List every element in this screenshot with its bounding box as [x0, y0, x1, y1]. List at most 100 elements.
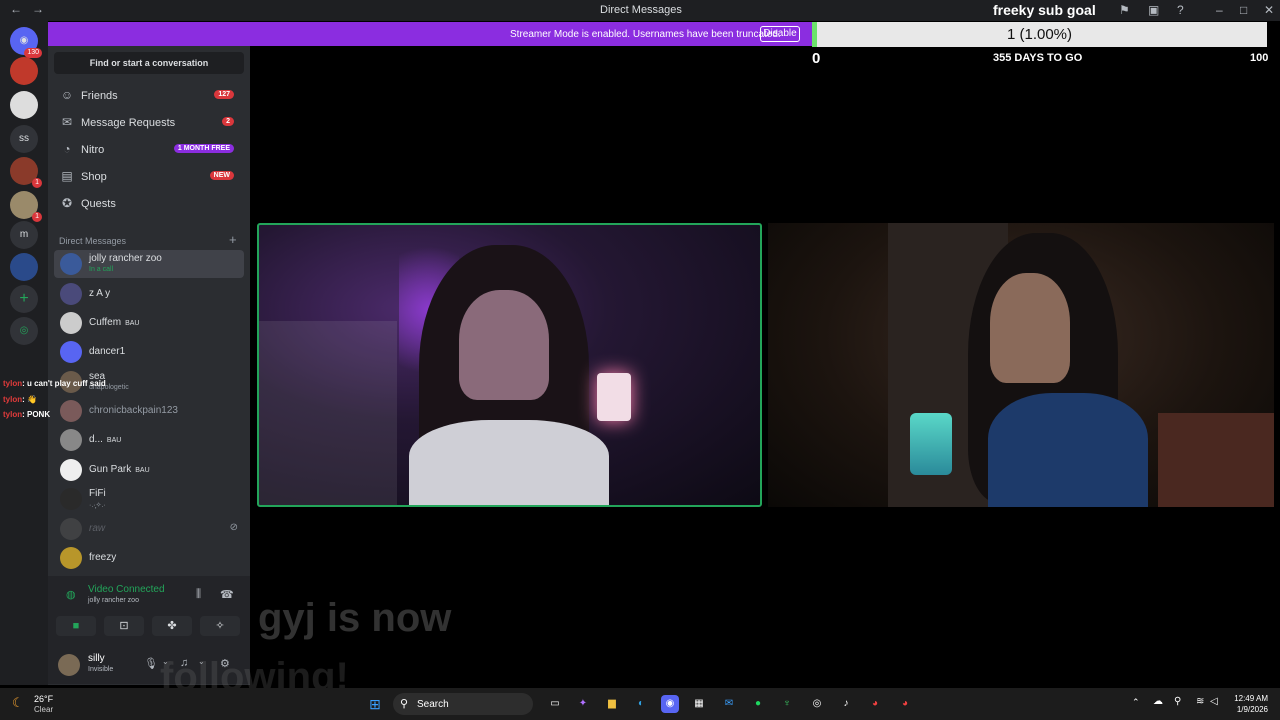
store-icon[interactable]: ▦: [690, 695, 708, 713]
wifi-icon[interactable]: ≋: [1196, 696, 1204, 707]
start-windows-icon[interactable]: ⊞: [366, 695, 384, 713]
help-icon[interactable]: ?: [1177, 3, 1184, 17]
friends-icon: ☺: [60, 88, 74, 102]
weather-condition: Clear: [34, 705, 54, 714]
streamer-mode-banner: Streamer Mode is enabled. Usernames have…: [48, 22, 812, 46]
clock-time[interactable]: 12:49 AM: [1222, 694, 1268, 703]
find-conversation-input[interactable]: Find or start a conversation: [54, 52, 244, 74]
nitro-badge: 1 MONTH FREE: [173, 144, 234, 153]
chevron-up-icon[interactable]: ⌃: [1132, 697, 1140, 708]
chat-text: : u can't play cuff said: [22, 379, 106, 388]
video-tile-streamer[interactable]: [257, 223, 762, 507]
flag-icon[interactable]: ⚑: [1119, 3, 1130, 17]
close-icon[interactable]: ✕: [1264, 3, 1274, 17]
mail-app-icon[interactable]: ✉: [720, 695, 738, 713]
server-rail: ◉ 130 ss 1 1 m + ◎: [0, 21, 48, 685]
taskbar-search[interactable]: ⚲ Search: [393, 693, 533, 715]
server-m[interactable]: m: [10, 221, 38, 249]
nav-message-requests[interactable]: ✉ Message Requests 2: [54, 111, 244, 135]
obs-icon[interactable]: ◎: [808, 695, 826, 713]
disable-button[interactable]: Disable: [760, 26, 800, 42]
disconnect-icon[interactable]: ☎: [220, 588, 234, 601]
app-icon[interactable]: ♆: [778, 695, 796, 713]
screen-share-button[interactable]: ⊡: [104, 616, 144, 636]
discover-icon[interactable]: ◎: [10, 317, 38, 345]
video-tile-participant[interactable]: [768, 223, 1274, 507]
server-icon[interactable]: [10, 57, 38, 85]
inbox-icon[interactable]: ▣: [1148, 3, 1159, 17]
discord-taskbar-icon[interactable]: ◉: [661, 695, 679, 713]
add-server-icon[interactable]: +: [10, 285, 38, 313]
nav-shop[interactable]: ▤ Shop NEW: [54, 165, 244, 189]
avatar: [60, 283, 82, 305]
forward-arrow-icon[interactable]: →: [32, 2, 44, 16]
nav-friends[interactable]: ☺ Friends 127: [54, 84, 244, 108]
cloud-icon[interactable]: ☁: [1153, 696, 1163, 707]
dm-header: Direct Messages: [59, 236, 127, 246]
user-name: silly: [88, 653, 105, 664]
noise-suppression-icon[interactable]: ⫼: [196, 588, 201, 601]
chat-text: : PONK: [22, 410, 51, 419]
dm-name-text: d...: [89, 434, 103, 445]
back-arrow-icon[interactable]: ←: [10, 2, 22, 16]
nav-label: Message Requests: [81, 117, 176, 129]
file-explorer-icon[interactable]: ▆: [603, 695, 621, 713]
dm-item[interactable]: Cuffem BAU: [54, 309, 244, 337]
quests-icon: ✪: [61, 196, 73, 210]
soundboard-button[interactable]: ✧: [200, 616, 240, 636]
server-badge: 1: [32, 178, 42, 188]
task-view-icon[interactable]: ▭: [546, 695, 564, 713]
server-ss[interactable]: ss: [10, 125, 38, 153]
add-dm-icon[interactable]: +: [229, 232, 237, 247]
dm-tag: BAU: [106, 437, 122, 444]
spotify-icon[interactable]: ●: [749, 695, 767, 713]
goal-min: 0: [812, 50, 821, 67]
dm-item[interactable]: z A y: [54, 280, 244, 308]
dm-item[interactable]: d... BAU: [54, 426, 244, 454]
mic-tray-icon[interactable]: ⚲: [1174, 696, 1181, 707]
home-discord-icon[interactable]: ◉ 130: [10, 27, 42, 58]
dm-name: freezy: [89, 552, 117, 563]
dm-item[interactable]: chronicbackpain123: [54, 397, 244, 425]
chat-message: tylon: PONK: [3, 410, 50, 419]
minimize-icon[interactable]: –: [1216, 3, 1223, 17]
goal-progress-text: 1 (1.00%): [1006, 26, 1073, 43]
nav-label: Quests: [81, 198, 116, 210]
dm-item[interactable]: FiFi ·.·̩͙✧.·: [54, 485, 244, 513]
server-icon[interactable]: 1: [10, 191, 42, 222]
activities-button[interactable]: ✤: [152, 616, 192, 636]
dm-name: z A y: [89, 288, 111, 299]
volume-icon[interactable]: ◁: [1210, 696, 1218, 707]
server-icon[interactable]: [10, 91, 38, 119]
edge-icon[interactable]: ◐: [632, 695, 650, 713]
avatar: [60, 341, 82, 363]
dm-name: FiFi: [89, 488, 106, 499]
weather-temp[interactable]: 26°F: [34, 694, 53, 704]
chat-user: tylon: [3, 395, 23, 404]
user-status: Invisible: [88, 666, 114, 673]
tiktok-icon[interactable]: ♪: [837, 695, 855, 713]
dm-item[interactable]: Gun Park BAU: [54, 456, 244, 484]
camera-button[interactable]: ■: [56, 616, 96, 636]
shop-badge: NEW: [209, 171, 234, 180]
nav-nitro[interactable]: ◔ Nitro 1 MONTH FREE: [54, 138, 244, 162]
chrome-icon[interactable]: ◕: [866, 695, 884, 713]
dm-name: jolly rancher zoo: [89, 253, 162, 264]
microphone-icon[interactable]: 🎙: [144, 657, 158, 670]
nav-quests[interactable]: ✪ Quests: [54, 192, 244, 216]
avatar: [60, 400, 82, 422]
dm-item[interactable]: dancer1: [54, 338, 244, 366]
clock-date[interactable]: 1/9/2026: [1222, 705, 1268, 714]
dm-item[interactable]: raw ⊘: [54, 515, 244, 543]
avatar[interactable]: [58, 654, 80, 676]
chrome-profile-icon[interactable]: ◕: [896, 695, 914, 713]
server-icon[interactable]: [10, 253, 38, 281]
copilot-icon[interactable]: ✦: [574, 695, 592, 713]
voice-channel[interactable]: jolly rancher zoo: [88, 597, 139, 604]
dm-item[interactable]: freezy: [54, 544, 244, 572]
server-icon[interactable]: 1: [10, 157, 42, 188]
maximize-icon[interactable]: □: [1240, 3, 1247, 17]
dm-item[interactable]: jolly rancher zoo In a call: [54, 250, 244, 278]
avatar: [60, 488, 82, 510]
ring-light: [597, 373, 631, 421]
